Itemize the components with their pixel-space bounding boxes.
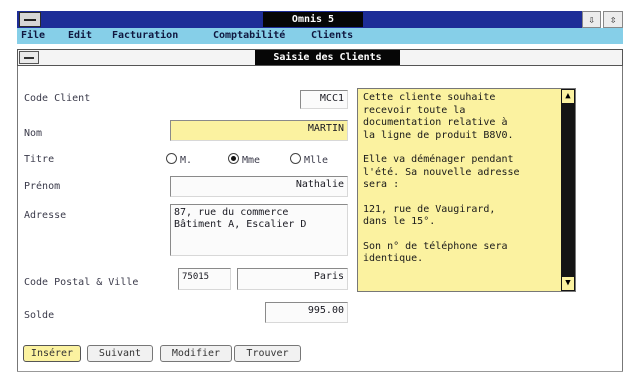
minimize-button[interactable]: ⇩ — [582, 11, 601, 28]
maximize-button[interactable]: ⇳ — [603, 11, 623, 28]
memo-paragraph: Son n° de téléphone sera identique. — [363, 240, 508, 265]
adresse-line-2: Bâtiment A, Escalier D — [174, 219, 307, 230]
menu-edit[interactable]: Edit — [68, 29, 92, 43]
memo-paragraph: 121, rue de Vaugirard, dans le 15°. — [363, 203, 496, 228]
form-frame-bottom — [17, 371, 623, 372]
radio-label: Mlle — [304, 155, 329, 166]
menu-clients[interactable]: Clients — [311, 29, 353, 43]
titre-radio-mlle[interactable]: Mlle — [290, 153, 328, 166]
radio-label: M. — [180, 155, 193, 166]
code-postal-ville-label: Code Postal & Ville — [24, 277, 139, 288]
solde-label: Solde — [24, 310, 55, 321]
form-title: Saisie des Clients — [255, 50, 400, 65]
memo-textarea[interactable]: Cette cliente souhaite recevoir toute la… — [357, 88, 576, 292]
memo-paragraph: Elle va déménager pendant l'été. Sa nouv… — [363, 154, 520, 190]
menu-facturation[interactable]: Facturation — [112, 29, 178, 43]
form-frame-right — [622, 66, 623, 372]
inserer-button[interactable]: Insérer — [23, 345, 81, 362]
adresse-label: Adresse — [24, 210, 67, 221]
form-frame-left — [17, 66, 18, 372]
code-client-input[interactable]: MCC1 — [300, 90, 348, 109]
modifier-button[interactable]: Modifier — [160, 345, 232, 362]
radio-circle — [166, 153, 177, 164]
solde-input[interactable]: 995.00 — [265, 302, 348, 323]
code-postal-input[interactable]: 75015 — [178, 268, 231, 290]
trouver-button[interactable]: Trouver — [234, 345, 301, 362]
suivant-button[interactable]: Suivant — [87, 345, 153, 362]
nom-label: Nom — [24, 128, 43, 139]
memo-scrollbar[interactable] — [561, 89, 575, 291]
titre-label: Titre — [24, 154, 55, 165]
titre-radio-m[interactable]: M. — [166, 153, 192, 166]
window-title: Omnis 5 — [263, 12, 363, 27]
menu-bar: File Edit Facturation Comptabilité Clien… — [17, 28, 623, 44]
ville-input[interactable]: Paris — [237, 268, 348, 290]
form-system-menu-button[interactable] — [19, 51, 39, 64]
menu-comptabilite[interactable]: Comptabilité — [213, 29, 285, 43]
menu-file[interactable]: File — [21, 29, 45, 43]
titre-radio-mme[interactable]: Mme — [228, 153, 260, 166]
adresse-line-1: 87, rue du commerce — [174, 207, 289, 218]
radio-circle-selected — [228, 153, 239, 164]
prenom-input[interactable]: Nathalie — [170, 176, 348, 197]
code-client-label: Code Client — [24, 93, 91, 104]
radio-label: Mme — [242, 155, 261, 166]
system-menu-button[interactable] — [19, 12, 41, 27]
scroll-up-arrow-icon[interactable]: ▲ — [562, 90, 574, 103]
radio-circle — [290, 153, 301, 164]
nom-input[interactable]: MARTIN — [170, 120, 348, 141]
adresse-input[interactable]: 87, rue du commerce Bâtiment A, Escalier… — [170, 204, 348, 256]
memo-paragraph: Cette cliente souhaite recevoir toute la… — [363, 92, 514, 141]
scroll-down-arrow-icon[interactable]: ▼ — [562, 277, 574, 290]
prenom-label: Prénom — [24, 181, 61, 192]
memo-content: Cette cliente souhaite recevoir toute la… — [363, 92, 559, 278]
